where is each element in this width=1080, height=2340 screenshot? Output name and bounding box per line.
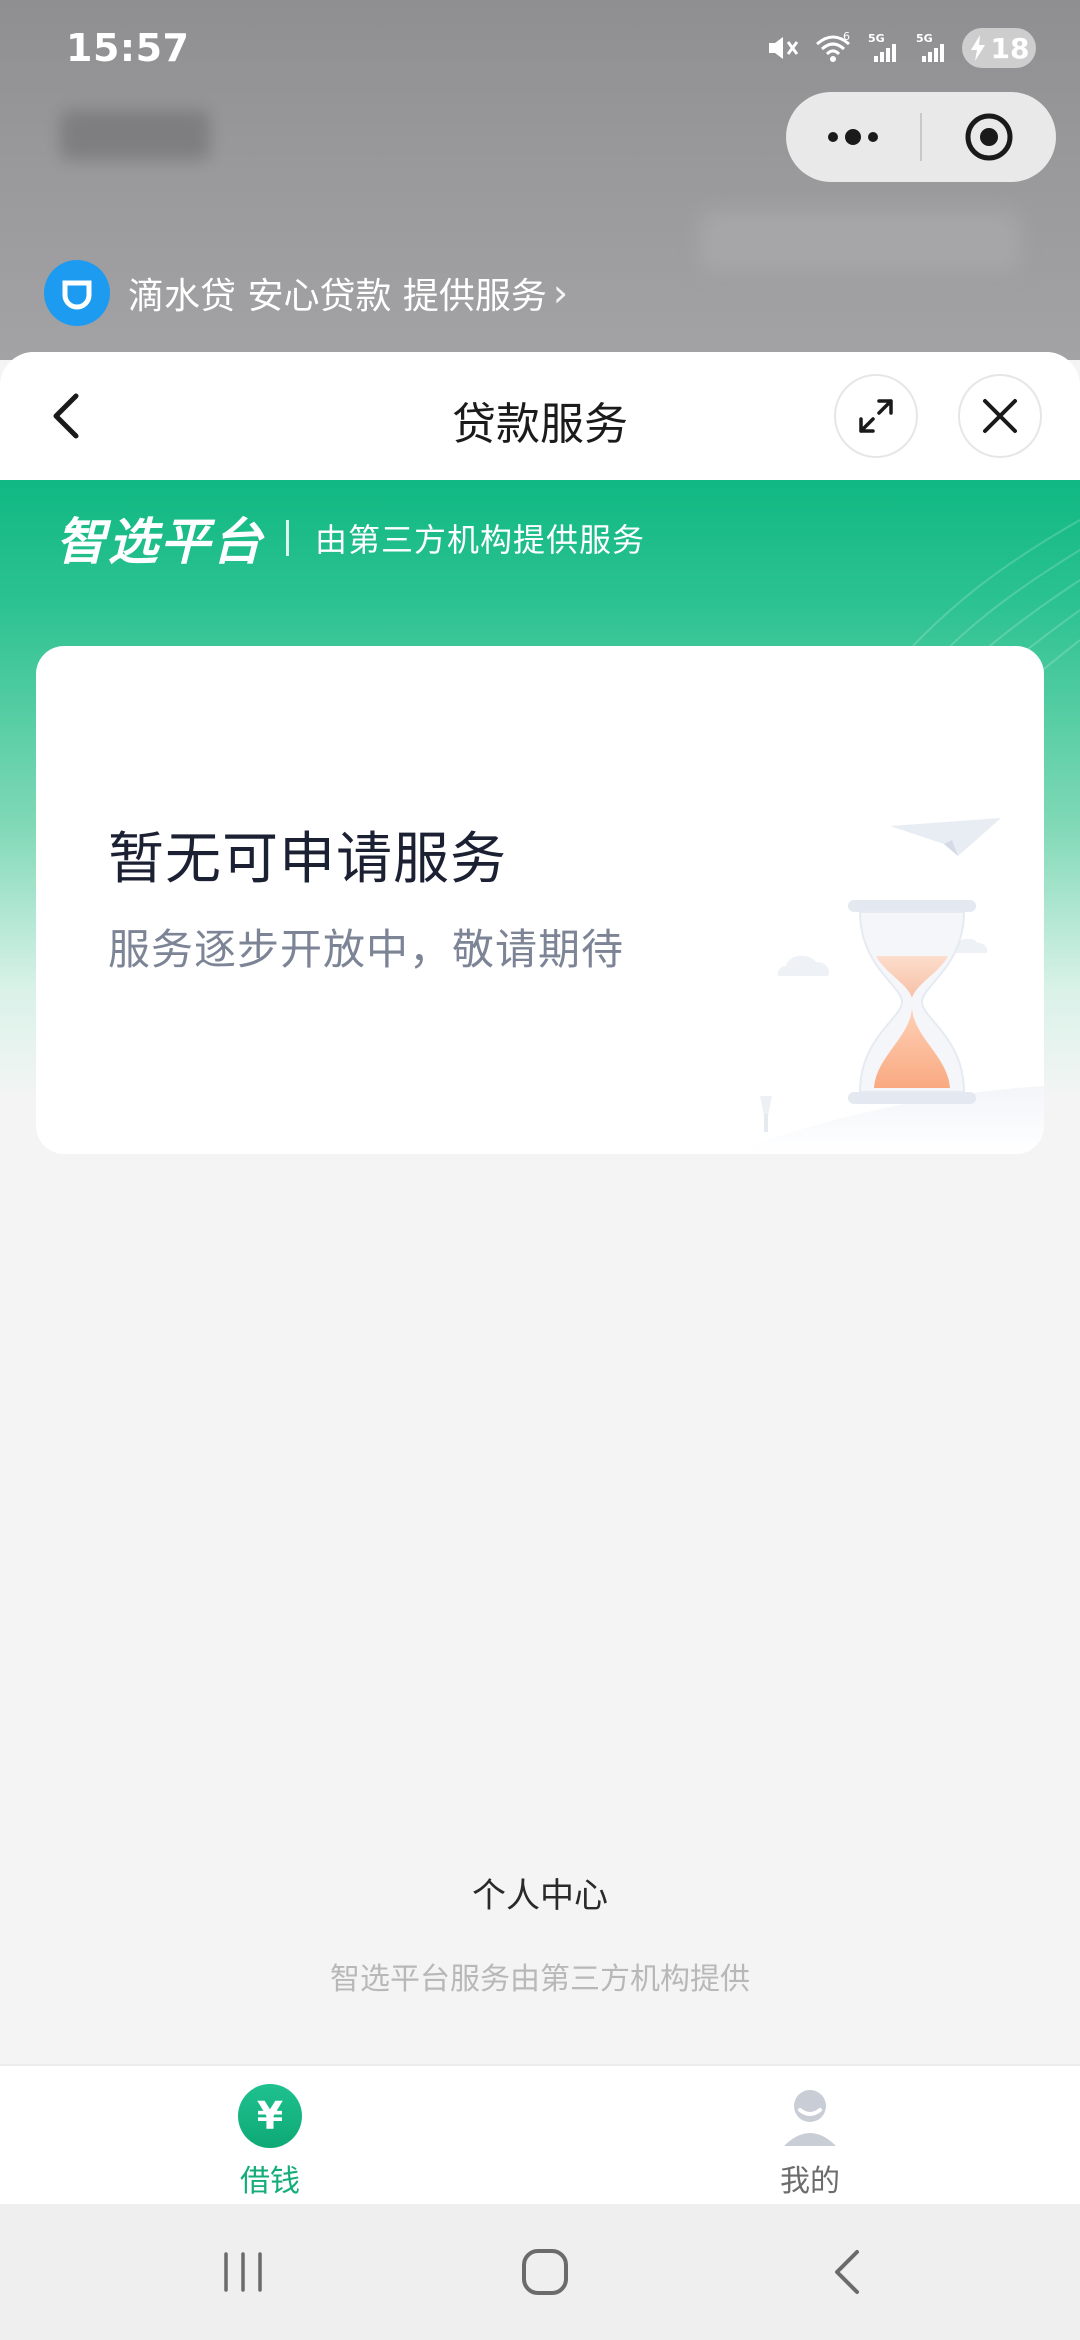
platform-name: 智选平台: [56, 513, 264, 571]
target-icon: [965, 113, 1013, 161]
svg-text:5G: 5G: [916, 32, 933, 45]
status-time: 15:57: [66, 26, 190, 70]
provider-logo-icon: [44, 260, 110, 326]
svg-text:5G: 5G: [868, 32, 885, 45]
tab-mine-label: 我的: [780, 2164, 840, 2199]
tab-borrow[interactable]: ¥ 借钱: [170, 2084, 370, 2204]
host-blurred-content: [700, 210, 1020, 270]
expand-icon: [859, 399, 893, 433]
recents-icon: [224, 2252, 262, 2292]
tab-borrow-label: 借钱: [240, 2164, 300, 2199]
miniprogram-capsule: [786, 92, 1056, 182]
signal-5g-icon-1: 5G: [868, 32, 896, 62]
mute-icon: [769, 37, 799, 59]
provider-link[interactable]: 滴水贷 安心贷款 提供服务 ›: [44, 258, 568, 328]
more-dots-icon: [828, 129, 878, 145]
provider-text: 滴水贷 安心贷款 提供服务: [128, 276, 547, 317]
user-icon: [778, 2084, 842, 2148]
tab-bar: ¥ 借钱 我的: [0, 2064, 1080, 2206]
sheet-header: 贷款服务: [0, 352, 1080, 480]
tab-mine[interactable]: 我的: [710, 2084, 910, 2204]
battery-indicator: 18: [962, 28, 1036, 68]
status-icons: 6 5G 5G 18: [764, 24, 1036, 72]
svg-text:6: 6: [843, 30, 850, 43]
empty-state-card: 暂无可申请服务 服务逐步开放中，敬请期待: [36, 646, 1044, 1154]
charging-bolt-icon: [970, 35, 985, 61]
system-back-button[interactable]: [812, 2242, 882, 2302]
home-button[interactable]: [510, 2242, 580, 2302]
empty-state-title: 暂无可申请服务: [108, 827, 507, 892]
signal-5g-icon-2: 5G: [916, 32, 944, 62]
back-arrow-icon: [835, 2250, 859, 2294]
hourglass-illustration: [726, 818, 1044, 1154]
chevron-right-icon: ›: [552, 271, 569, 315]
empty-state-subtitle: 服务逐步开放中，敬请期待: [108, 925, 625, 974]
platform-banner: 智选平台 由第三方机构提供服务: [56, 502, 645, 574]
sheet-title: 贷款服务: [452, 399, 628, 450]
close-button[interactable]: [958, 374, 1042, 458]
platform-separator: [286, 520, 289, 556]
home-icon: [522, 2249, 568, 2295]
close-icon: [983, 399, 1017, 433]
status-bar: 15:57 6 5G 5G 18: [0, 0, 1080, 90]
exit-miniprogram-button[interactable]: [922, 92, 1056, 182]
system-navigation-bar: [0, 2204, 1080, 2340]
recents-button[interactable]: [208, 2242, 278, 2302]
yuan-icon: ¥: [238, 2084, 302, 2148]
personal-center-link[interactable]: 个人中心: [0, 1868, 1080, 1917]
host-blurred-title: [60, 110, 210, 160]
battery-level: 18: [990, 31, 1030, 65]
wifi-icon: 6: [816, 30, 850, 62]
loan-service-sheet: 贷款服务 智选平台 由第三方机构提供服务 暂无可申请服务 服务逐步开放中，敬请期…: [0, 352, 1080, 2064]
platform-description: 由第三方机构提供服务: [315, 521, 646, 559]
expand-button[interactable]: [834, 374, 918, 458]
more-button[interactable]: [786, 92, 920, 182]
footer-note: 智选平台服务由第三方机构提供: [330, 1962, 750, 1997]
